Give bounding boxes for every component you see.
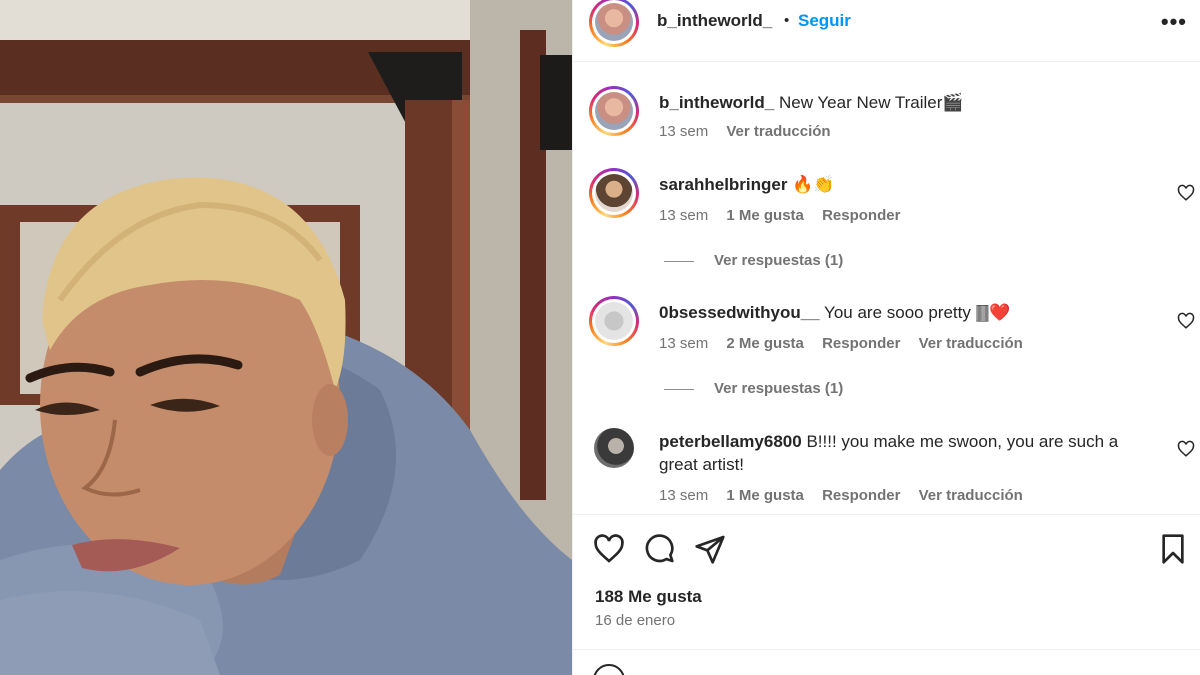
- follow-button[interactable]: Seguir: [798, 11, 851, 31]
- emoji-icon[interactable]: [593, 664, 625, 675]
- caption-avatar[interactable]: [589, 86, 639, 136]
- separator-dot: •: [784, 12, 790, 29]
- share-icon[interactable]: [694, 533, 726, 565]
- post-header: b_intheworld_ • Seguir •••: [573, 0, 1200, 62]
- reply-button[interactable]: Responder: [822, 487, 900, 504]
- comment-icon[interactable]: [643, 533, 675, 565]
- selfie-illustration: [0, 0, 572, 675]
- reply-button[interactable]: Responder: [822, 207, 900, 224]
- likes-count[interactable]: 188 Me gusta: [595, 587, 702, 607]
- translate-button[interactable]: Ver traducción: [919, 487, 1023, 504]
- caption-username[interactable]: b_intheworld_: [659, 93, 774, 112]
- comment-time[interactable]: 13 sem: [659, 487, 708, 504]
- caption-time[interactable]: 13 sem: [659, 123, 708, 140]
- caption-text: New Year New Trailer🎬: [778, 93, 964, 112]
- comment-text: 🔥👏: [792, 175, 835, 194]
- more-options-icon[interactable]: •••: [1161, 9, 1187, 35]
- author-username[interactable]: b_intheworld_: [657, 11, 772, 31]
- heart-icon[interactable]: [593, 533, 625, 565]
- comment-username[interactable]: sarahhelbringer: [659, 175, 788, 194]
- add-comment-bar: [573, 649, 1200, 675]
- comment-username[interactable]: 0bsessedwithyou__: [659, 303, 820, 322]
- comment-text: You are sooo pretty 🀫❤️: [824, 303, 1011, 322]
- post-date: 16 de enero: [595, 612, 676, 629]
- caption-translate[interactable]: Ver traducción: [726, 123, 830, 140]
- post-photo[interactable]: [0, 0, 572, 675]
- author-avatar[interactable]: [589, 0, 639, 47]
- reply-button[interactable]: Responder: [822, 335, 900, 352]
- comment-time[interactable]: 13 sem: [659, 335, 708, 352]
- translate-button[interactable]: Ver traducción: [919, 335, 1023, 352]
- comment-likes[interactable]: 1 Me gusta: [726, 207, 804, 224]
- comment-username[interactable]: peterbellamy6800: [659, 432, 802, 451]
- heart-icon[interactable]: [1177, 440, 1195, 458]
- heart-icon[interactable]: [1177, 184, 1195, 202]
- heart-icon[interactable]: [1177, 312, 1195, 330]
- commenter-avatar[interactable]: [594, 428, 634, 468]
- view-replies-button[interactable]: Ver respuestas (1): [664, 380, 843, 397]
- bookmark-icon[interactable]: [1157, 533, 1189, 565]
- comment-time[interactable]: 13 sem: [659, 207, 708, 224]
- commenter-avatar[interactable]: [589, 168, 639, 218]
- commenter-avatar[interactable]: [589, 296, 639, 346]
- comment-likes[interactable]: 2 Me gusta: [726, 335, 804, 352]
- post-details-panel: b_intheworld_ • Seguir ••• b_intheworld_…: [572, 0, 1200, 675]
- comment-likes[interactable]: 1 Me gusta: [726, 487, 804, 504]
- view-replies-button[interactable]: Ver respuestas (1): [664, 252, 843, 269]
- action-bar: 188 Me gusta 16 de enero: [573, 514, 1200, 675]
